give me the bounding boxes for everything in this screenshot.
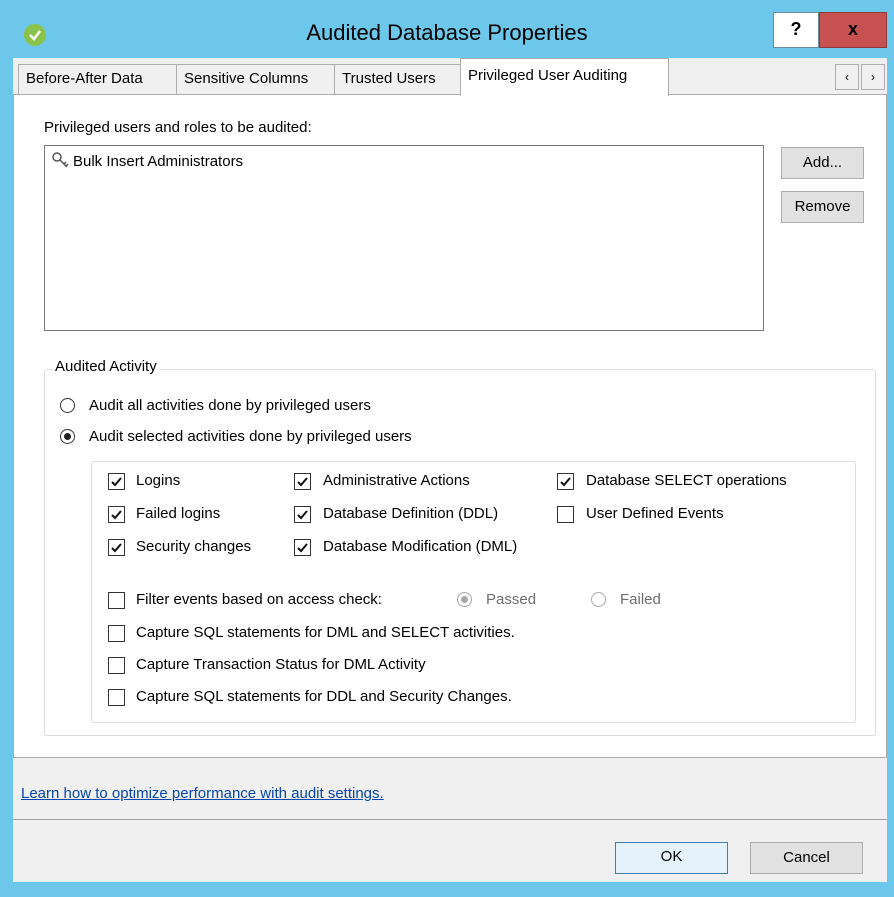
tab-scroll-arrows: ‹ › (835, 64, 887, 90)
optimize-performance-link[interactable]: Learn how to optimize performance with a… (21, 785, 384, 802)
tab-before-after-data[interactable]: Before-After Data (18, 64, 177, 94)
privileged-users-list[interactable]: Bulk Insert Administrators (44, 145, 764, 331)
capture-transaction-checkbox[interactable] (108, 657, 125, 674)
database-definition-label[interactable]: Database Definition (DDL) (323, 505, 498, 522)
title-bar[interactable]: Audited Database Properties ? x (0, 0, 894, 60)
close-button[interactable]: x (819, 12, 887, 48)
tab-privileged-user-auditing[interactable]: Privileged User Auditing (460, 58, 669, 96)
capture-ddl-security-checkbox[interactable] (108, 689, 125, 706)
user-defined-events-checkbox[interactable] (557, 506, 574, 523)
failed-radio[interactable] (591, 592, 606, 607)
tab-scroll-right-button[interactable]: › (861, 64, 885, 90)
passed-radio[interactable] (457, 592, 472, 607)
audited-activity-legend: Audited Activity (52, 358, 160, 375)
tab-strip: Before-After Data Sensitive Columns Trus… (13, 58, 887, 96)
tab-scroll-left-button[interactable]: ‹ (835, 64, 859, 90)
tab-sensitive-columns[interactable]: Sensitive Columns (176, 64, 335, 94)
user-defined-events-label[interactable]: User Defined Events (586, 505, 724, 522)
logins-checkbox[interactable] (108, 473, 125, 490)
list-item[interactable]: Bulk Insert Administrators (51, 150, 243, 172)
administrative-actions-checkbox[interactable] (294, 473, 311, 490)
radio-dot (461, 596, 468, 603)
privileged-users-label: Privileged users and roles to be audited… (44, 119, 312, 136)
database-modification-checkbox[interactable] (294, 539, 311, 556)
capture-dml-select-checkbox[interactable] (108, 625, 125, 642)
remove-button[interactable]: Remove (781, 191, 864, 223)
capture-transaction-label[interactable]: Capture Transaction Status for DML Activ… (136, 656, 426, 673)
list-item-label: Bulk Insert Administrators (73, 152, 244, 170)
security-changes-checkbox[interactable] (108, 539, 125, 556)
tab-page-privileged-user-auditing: Privileged users and roles to be audited… (13, 94, 887, 758)
radio-dot (64, 433, 71, 440)
window-title: Audited Database Properties (306, 20, 588, 45)
audit-selected-label[interactable]: Audit selected activities done by privil… (89, 428, 412, 445)
database-select-checkbox[interactable] (557, 473, 574, 490)
footer-separator (13, 819, 887, 820)
ok-button[interactable]: OK (615, 842, 728, 874)
audit-all-label[interactable]: Audit all activities done by privileged … (89, 397, 371, 414)
administrative-actions-label[interactable]: Administrative Actions (323, 472, 470, 489)
failed-logins-label[interactable]: Failed logins (136, 505, 220, 522)
logins-label[interactable]: Logins (136, 472, 180, 489)
filter-events-checkbox[interactable] (108, 592, 125, 609)
database-modification-label[interactable]: Database Modification (DML) (323, 538, 517, 555)
database-definition-checkbox[interactable] (294, 506, 311, 523)
dialog-window: Audited Database Properties ? x Before-A… (0, 0, 894, 897)
filter-events-label[interactable]: Filter events based on access check: (136, 591, 382, 608)
capture-dml-select-label[interactable]: Capture SQL statements for DML and SELEC… (136, 624, 515, 641)
cancel-button[interactable]: Cancel (750, 842, 863, 874)
failed-label[interactable]: Failed (620, 591, 661, 608)
security-changes-label[interactable]: Security changes (136, 538, 251, 555)
audit-selected-radio[interactable] (60, 429, 75, 444)
audit-all-radio[interactable] (60, 398, 75, 413)
failed-logins-checkbox[interactable] (108, 506, 125, 523)
help-button[interactable]: ? (773, 12, 819, 48)
dialog-client: Before-After Data Sensitive Columns Trus… (13, 58, 887, 882)
passed-label[interactable]: Passed (486, 591, 536, 608)
database-select-label[interactable]: Database SELECT operations (586, 472, 787, 489)
key-icon (51, 151, 71, 171)
capture-ddl-security-label[interactable]: Capture SQL statements for DDL and Secur… (136, 688, 512, 705)
add-button[interactable]: Add... (781, 147, 864, 179)
tab-trusted-users[interactable]: Trusted Users (334, 64, 461, 94)
